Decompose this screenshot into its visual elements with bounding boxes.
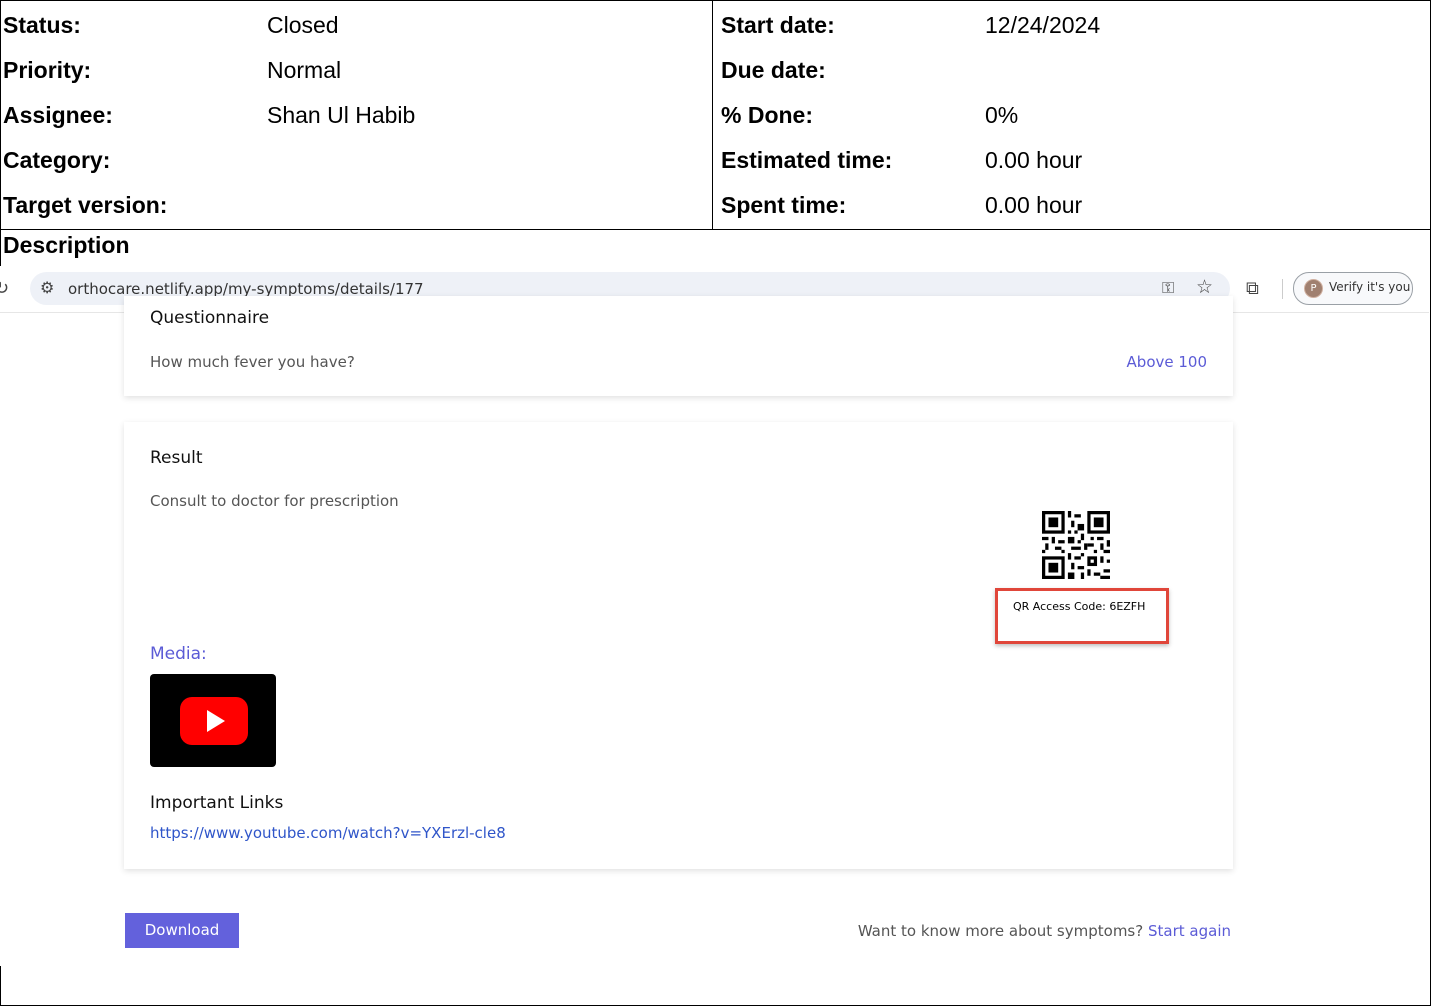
estimated-time-label: Estimated time: (721, 147, 893, 173)
estimated-time-value: 0.00 hour (985, 147, 1083, 173)
issue-attributes: Status: Closed Start date: 12/24/2024 Pr… (0, 0, 1431, 230)
priority-value: Normal (267, 57, 342, 83)
status-label: Status: (3, 12, 81, 38)
youtube-play-icon[interactable] (180, 697, 248, 745)
tune-icon[interactable]: ⚙ (40, 278, 54, 297)
verify-label: Verify it's you (1329, 280, 1411, 294)
restart-prompt-text: Want to know more about symptoms? (857, 922, 1144, 940)
download-button[interactable]: Download (125, 913, 239, 948)
qr-access-code: QR Access Code: 6EZFH (1013, 600, 1146, 613)
spent-time-value: 0.00 hour (985, 192, 1083, 218)
assignee-value[interactable]: Shan Ul Habib (267, 93, 415, 138)
start-again-link[interactable]: Start again (1148, 922, 1231, 940)
video-thumbnail[interactable] (150, 674, 276, 767)
restart-prompt: Want to know more about symptoms? Start … (858, 922, 1231, 940)
result-text: Consult to doctor for prescription (150, 492, 399, 510)
result-card: Result Consult to doctor for prescriptio… (124, 422, 1233, 869)
play-triangle (207, 710, 225, 732)
due-date-label: Due date: (721, 57, 826, 83)
verify-button[interactable]: P Verify it's you (1293, 272, 1413, 305)
spent-time-label: Spent time: (721, 192, 847, 218)
embedded-screenshot: ↻ ⚙ orthocare.netlify.app/my-symptoms/de… (0, 266, 1429, 966)
qr-code-icon (1042, 511, 1110, 579)
toolbar-separator (1282, 279, 1283, 299)
extensions-icon[interactable]: ⧉ (1246, 278, 1259, 299)
done-ratio-value: 0% (985, 102, 1019, 128)
questionnaire-card: Questionnaire How much fever you have? A… (124, 296, 1233, 396)
avatar: P (1304, 279, 1323, 298)
key-icon[interactable]: ⚿ (1162, 278, 1174, 298)
questionnaire-answer: Above 100 (1126, 353, 1207, 371)
start-date-value: 12/24/2024 (985, 12, 1101, 38)
priority-label: Priority: (3, 57, 92, 83)
description-heading: Description (3, 232, 130, 258)
start-date-label: Start date: (721, 12, 835, 38)
important-links-heading: Important Links (150, 793, 284, 813)
column-divider (712, 1, 713, 229)
result-heading: Result (150, 448, 203, 468)
done-ratio-label: % Done: (721, 102, 813, 128)
status-value: Closed (267, 12, 339, 38)
media-label: Media: (150, 644, 207, 664)
qr-access-code-highlight: QR Access Code: 6EZFH (995, 588, 1169, 644)
category-label: Category: (3, 147, 111, 173)
star-icon[interactable]: ☆ (1196, 276, 1213, 298)
questionnaire-question: How much fever you have? (150, 353, 355, 371)
assignee-label: Assignee: (3, 102, 113, 128)
questionnaire-heading: Questionnaire (150, 308, 270, 328)
target-version-label: Target version: (3, 192, 168, 218)
reload-icon[interactable]: ↻ (0, 278, 9, 299)
youtube-link[interactable]: https://www.youtube.com/watch?v=YXErzl-c… (150, 824, 506, 842)
